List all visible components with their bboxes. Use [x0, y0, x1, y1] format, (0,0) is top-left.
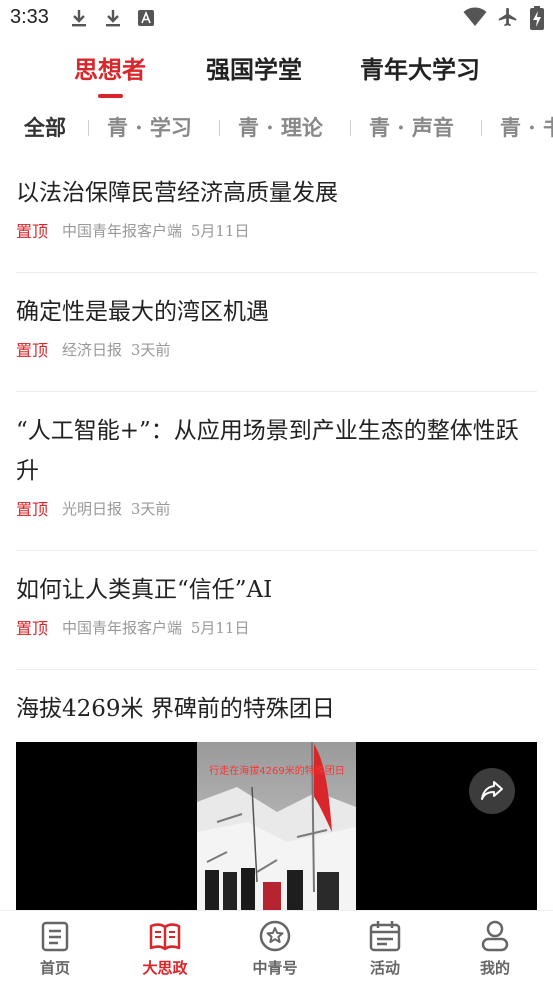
status-bar: 3:33 [0, 0, 553, 38]
article-time: 5月11日 [190, 618, 250, 637]
article-source: 经济日报 [62, 340, 123, 359]
article-title[interactable]: 如何让人类真正“信任”AI [16, 570, 537, 610]
article-time: 3天前 [130, 499, 171, 518]
subtab-divider [481, 120, 482, 136]
tab-thinker[interactable]: 思想者 [74, 50, 146, 85]
share-button[interactable] [469, 768, 515, 814]
font-a-icon [138, 10, 154, 26]
nav-zhongqing[interactable]: 中青号 [220, 911, 330, 984]
article-source: 中国青年报客户端 [62, 221, 183, 240]
subtab-divider [88, 120, 89, 136]
calendar-icon [369, 921, 401, 952]
article-time: 5月11日 [190, 221, 250, 240]
article-source: 中国青年报客户端 [62, 618, 183, 637]
subtab-all[interactable]: 全部 [24, 112, 66, 142]
share-icon [481, 781, 503, 800]
sub-tab-bar: 全部 青 · 学习 青 · 理论 青 · 声音 青 · 书 [0, 108, 553, 148]
nav-zhongqing-label: 中青号 [252, 959, 298, 977]
pinned-badge: 置顶 [16, 500, 49, 519]
subtab-divider [219, 120, 220, 136]
nav-mine[interactable]: 我的 [440, 911, 550, 984]
video-player[interactable]: 行走在海拔4269米的特殊团日 [16, 742, 537, 912]
pinned-badge: 置顶 [16, 619, 49, 638]
tab-qiangguo-academy[interactable]: 强国学堂 [206, 50, 302, 85]
article-title[interactable]: 确定性是最大的湾区机遇 [16, 292, 537, 332]
pinned-badge: 置顶 [16, 222, 49, 241]
nav-big-politics-label: 大思政 [142, 959, 188, 977]
user-icon [481, 920, 509, 952]
star-badge-icon [259, 920, 291, 952]
article-title[interactable]: 海拔4269米 界碑前的特殊团日 [16, 689, 537, 729]
subtab-study[interactable]: 青 · 学习 [107, 112, 192, 142]
article-meta: 置顶 光明日报 3天前 [16, 497, 537, 520]
article-title[interactable]: 以法治保障民营经济高质量发展 [16, 173, 537, 213]
nav-home[interactable]: 首页 [0, 911, 110, 984]
bottom-nav: 首页 大思政 中青号 活动 我的 [0, 910, 553, 984]
feed-divider [16, 550, 537, 551]
nav-mine-label: 我的 [479, 959, 510, 977]
article-time: 3天前 [130, 340, 171, 359]
nav-activities[interactable]: 活动 [330, 911, 440, 984]
article-meta: 置顶 中国青年报客户端 5月11日 [16, 219, 537, 242]
open-book-icon [149, 923, 181, 951]
nav-big-politics[interactable]: 大思政 [110, 911, 220, 984]
battery-charging-icon [530, 6, 544, 30]
active-tab-indicator [98, 94, 123, 98]
subtab-divider [350, 120, 351, 136]
status-time: 3:33 [10, 6, 49, 28]
subtab-books[interactable]: 青 · 书 [500, 112, 553, 142]
article-item[interactable]: “人工智能+”：从应用场景到产业生态的整体性跃升 置顶 光明日报 3天前 [16, 411, 537, 519]
article-meta: 置顶 中国青年报客户端 5月11日 [16, 616, 537, 639]
article-item[interactable]: 如何让人类真正“信任”AI 置顶 中国青年报客户端 5月11日 [16, 570, 537, 638]
article-item[interactable]: 以法治保障民营经济高质量发展 置顶 中国青年报客户端 5月11日 [16, 173, 537, 241]
feed-divider [16, 272, 537, 273]
download-icon [72, 10, 86, 27]
article-title[interactable]: “人工智能+”：从应用场景到产业生态的整体性跃升 [16, 411, 537, 491]
subtab-theory[interactable]: 青 · 理论 [238, 112, 323, 142]
feed-divider [16, 669, 537, 670]
subtab-voice[interactable]: 青 · 声音 [369, 112, 454, 142]
wifi-icon [463, 7, 487, 26]
video-caption: 行走在海拔4269米的特殊团日 [209, 764, 344, 777]
article-source: 光明日报 [62, 499, 123, 518]
pinned-badge: 置顶 [16, 341, 49, 360]
download-icon [106, 10, 120, 27]
nav-home-label: 首页 [39, 959, 70, 977]
home-doc-icon [41, 921, 69, 952]
tab-youth-study[interactable]: 青年大学习 [360, 50, 480, 85]
article-item[interactable]: 海拔4269米 界碑前的特殊团日 [16, 689, 537, 729]
article-item[interactable]: 确定性是最大的湾区机遇 置顶 经济日报 3天前 [16, 292, 537, 360]
video-thumbnail[interactable]: 行走在海拔4269米的特殊团日 [197, 742, 356, 912]
article-meta: 置顶 经济日报 3天前 [16, 338, 537, 361]
nav-activities-label: 活动 [369, 959, 400, 977]
feed-divider [16, 391, 537, 392]
top-tab-bar: 思想者 强国学堂 青年大学习 [0, 48, 553, 100]
airplane-icon [498, 7, 517, 27]
